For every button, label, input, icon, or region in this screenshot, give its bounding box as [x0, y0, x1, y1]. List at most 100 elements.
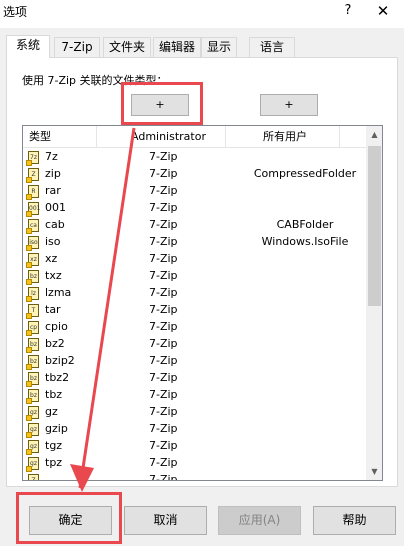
file-extension: tbz2 [45, 371, 70, 384]
list-row[interactable]: bz txz 7-Zip [23, 268, 366, 285]
archive-file-icon: 7z [26, 151, 39, 166]
list-row[interactable]: gz tpz 7-Zip [23, 455, 366, 472]
list-row[interactable]: iso iso 7-Zip Windows.IsoFile [23, 234, 366, 251]
archive-file-icon: cp [26, 321, 39, 336]
admin-association: 7-Zip [149, 405, 178, 418]
associate-all-users-button[interactable]: + [260, 94, 318, 116]
title-bar: 选项 ? ✕ [0, 0, 404, 28]
list-row[interactable]: Z 7-Zip [23, 472, 366, 480]
list-row[interactable]: ca cab 7-Zip CABFolder [23, 217, 366, 234]
vertical-scrollbar[interactable]: ▲ ▼ [366, 126, 382, 480]
tab-editor[interactable]: 编辑器 [153, 37, 201, 57]
list-row[interactable]: 7z 7z 7-Zip [23, 149, 366, 166]
file-extension: bz2 [45, 337, 65, 350]
column-type[interactable]: 类型 [29, 126, 51, 148]
list-row[interactable]: bz bzip2 7-Zip [23, 353, 366, 370]
list-row[interactable]: lz lzma 7-Zip [23, 285, 366, 302]
archive-file-icon: xz [26, 253, 39, 268]
admin-association: 7-Zip [149, 252, 178, 265]
file-extension: txz [45, 269, 62, 282]
help-button[interactable]: 帮助 [313, 506, 396, 535]
admin-association: 7-Zip [149, 354, 178, 367]
tab-folders[interactable]: 文件夹 [103, 37, 151, 57]
archive-file-icon: Z [26, 168, 39, 183]
admin-association: 7-Zip [149, 184, 178, 197]
list-row[interactable]: gz gz 7-Zip [23, 404, 366, 421]
list-row[interactable]: Zzip 7-Zip CompressedFolder [23, 166, 366, 183]
admin-association: 7-Zip [149, 439, 178, 452]
help-question-icon[interactable]: ? [338, 1, 358, 21]
archive-file-icon: gz [26, 423, 39, 438]
list-row[interactable]: Ttar 7-Zip [23, 302, 366, 319]
file-extension: tgz [45, 439, 63, 452]
archive-file-icon: R [26, 185, 39, 200]
admin-association: 7-Zip [149, 303, 178, 316]
file-extension: tpz [45, 456, 63, 469]
admin-association: 7-Zip [149, 167, 178, 180]
cancel-button[interactable]: 取消 [124, 506, 207, 535]
all-users-association: Windows.IsoFile [261, 235, 349, 248]
highlight-box-ok [16, 492, 122, 544]
tab-7zip[interactable]: 7-Zip [54, 37, 100, 57]
admin-association: 7-Zip [149, 422, 178, 435]
tab-language[interactable]: 语言 [249, 37, 295, 57]
admin-association: 7-Zip [149, 456, 178, 469]
all-users-association: CompressedFolder [253, 167, 357, 180]
archive-file-icon: gz [26, 457, 39, 472]
file-extension: gzip [45, 422, 68, 435]
list-row[interactable]: gz tgz 7-Zip [23, 438, 366, 455]
file-extension: 7z [45, 150, 58, 163]
admin-association: 7-Zip [149, 388, 178, 401]
archive-file-icon: iso [26, 236, 39, 251]
list-row[interactable]: bz tbz 7-Zip [23, 387, 366, 404]
window-title: 选项 [3, 5, 28, 19]
file-extension: tbz [45, 388, 63, 401]
list-row[interactable]: 001 001 7-Zip [23, 200, 366, 217]
scroll-up-icon[interactable]: ▲ [366, 126, 382, 143]
admin-association: 7-Zip [149, 269, 178, 282]
file-extension: xz [45, 252, 58, 265]
admin-association: 7-Zip [149, 320, 178, 333]
file-extension: lzma [45, 286, 72, 299]
list-rows: 7z 7z 7-Zip Zzip 7-Zip CompressedFolder Rrar 7-… [23, 149, 366, 480]
archive-file-icon: bz [26, 270, 39, 285]
admin-association: 7-Zip [149, 337, 178, 350]
list-row[interactable]: cp cpio 7-Zip [23, 319, 366, 336]
archive-file-icon: bz [26, 389, 39, 404]
highlight-box-plus [121, 82, 203, 125]
apply-button[interactable]: 应用(A) [218, 506, 301, 535]
list-row[interactable]: xz xz 7-Zip [23, 251, 366, 268]
file-type-list[interactable]: 类型 Administrator 所有用户 7z 7z 7-Zip Zzip 7-Zip… [22, 125, 383, 481]
column-divider[interactable] [225, 126, 226, 148]
list-row[interactable]: bz bz2 7-Zip [23, 336, 366, 353]
archive-file-icon: gz [26, 406, 39, 421]
all-users-association: CABFolder [276, 218, 334, 231]
column-divider[interactable] [96, 126, 97, 148]
tab-display[interactable]: 显示 [201, 37, 237, 57]
scrollbar-thumb[interactable] [368, 146, 381, 306]
list-row[interactable]: gz gzip 7-Zip [23, 421, 366, 438]
file-extension: zip [45, 167, 61, 180]
archive-file-icon: 001 [26, 202, 40, 217]
admin-association: 7-Zip [149, 201, 178, 214]
tab-system[interactable]: 系统 [6, 35, 50, 58]
admin-association: 7-Zip [149, 218, 178, 231]
archive-file-icon: bz [26, 338, 39, 353]
admin-association: 7-Zip [149, 286, 178, 299]
close-icon[interactable]: ✕ [370, 0, 396, 24]
file-extension: bzip2 [45, 354, 75, 367]
scroll-down-icon[interactable]: ▼ [366, 463, 382, 480]
archive-file-icon: gz [26, 440, 39, 455]
admin-association: 7-Zip [149, 371, 178, 384]
archive-file-icon: bz [26, 372, 39, 387]
file-extension: iso [45, 235, 61, 248]
file-extension: tar [45, 303, 61, 316]
file-extension: cab [45, 218, 65, 231]
column-all-users[interactable]: 所有用户 [263, 126, 307, 148]
column-divider[interactable] [339, 126, 340, 148]
list-row[interactable]: bz tbz2 7-Zip [23, 370, 366, 387]
column-administrator[interactable]: Administrator [131, 126, 206, 148]
admin-association: 7-Zip [149, 235, 178, 248]
list-row[interactable]: Rrar 7-Zip [23, 183, 366, 200]
file-extension: gz [45, 405, 58, 418]
